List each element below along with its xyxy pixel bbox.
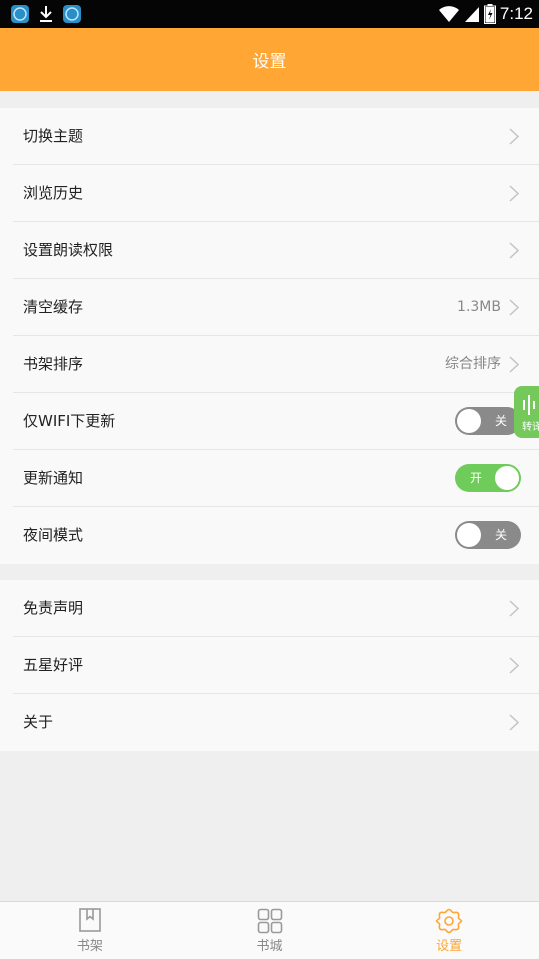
row-label: 免责声明 <box>23 599 84 617</box>
page-title: 设置 <box>252 52 287 72</box>
row-five-star-review[interactable]: 五星好评 <box>13 637 539 694</box>
floating-voice-button[interactable]: 转译 <box>514 386 539 438</box>
app-notification-icon-2 <box>63 5 81 23</box>
row-label: 浏览历史 <box>23 184 84 202</box>
row-night-mode: 夜间模式 关 <box>13 507 539 564</box>
row-label: 切换主题 <box>23 127 84 145</box>
row-update-notification: 更新通知 开 <box>13 450 539 507</box>
toggle-state-label: 关 <box>494 414 507 428</box>
chevron-right-icon <box>509 128 519 145</box>
row-label: 夜间模式 <box>23 526 84 544</box>
row-label: 设置朗读权限 <box>23 241 114 259</box>
cache-size-value: 1.3MB <box>457 299 501 315</box>
settings-group-main: 切换主题 浏览历史 设置朗读权限 清空缓存 1.3MB 书架排序 综合排序 仅W… <box>0 108 539 564</box>
gear-icon <box>435 908 463 934</box>
battery-icon <box>483 4 496 24</box>
toggle-knob <box>457 409 481 433</box>
grid-icon <box>257 908 282 934</box>
row-label: 关于 <box>23 713 54 731</box>
tab-label: 书架 <box>76 939 103 954</box>
row-switch-theme[interactable]: 切换主题 <box>13 108 539 165</box>
chevron-right-icon <box>509 242 519 259</box>
chevron-right-icon <box>509 299 519 316</box>
bookmark-icon <box>79 908 101 932</box>
bottom-tab-bar: 书架 书城 设置 <box>0 901 539 959</box>
chevron-right-icon <box>509 356 519 373</box>
wifi-only-toggle[interactable]: 关 <box>455 407 521 435</box>
app-notification-icon <box>11 5 29 23</box>
wifi-icon <box>438 6 459 22</box>
row-clear-cache[interactable]: 清空缓存 1.3MB <box>13 279 539 336</box>
sort-mode-value: 综合排序 <box>445 356 501 372</box>
toggle-state-label: 开 <box>470 471 483 485</box>
row-label: 仅WIFI下更新 <box>23 412 116 430</box>
floating-badge-label: 转译 <box>522 422 539 433</box>
row-label: 更新通知 <box>23 469 84 487</box>
settings-group-about: 免责声明 五星好评 关于 <box>0 580 539 751</box>
tab-bookshelf[interactable]: 书架 <box>0 902 180 959</box>
chevron-right-icon <box>509 185 519 202</box>
status-time: 7:12 <box>499 4 533 23</box>
row-label: 清空缓存 <box>23 298 84 316</box>
chevron-right-icon <box>509 657 519 674</box>
chevron-right-icon <box>509 600 519 617</box>
row-read-aloud-permission[interactable]: 设置朗读权限 <box>13 222 539 279</box>
toggle-knob <box>457 523 481 547</box>
row-shelf-sort[interactable]: 书架排序 综合排序 <box>13 336 539 393</box>
tab-label: 书城 <box>256 939 283 954</box>
row-disclaimer[interactable]: 免责声明 <box>13 580 539 637</box>
row-browse-history[interactable]: 浏览历史 <box>13 165 539 222</box>
row-label: 五星好评 <box>23 656 84 674</box>
row-label: 书架排序 <box>23 355 84 373</box>
title-bar: 设置 <box>0 28 539 91</box>
voice-wave-icon <box>523 395 535 415</box>
tab-label: 设置 <box>436 939 463 954</box>
download-icon <box>40 6 52 22</box>
chevron-right-icon <box>509 714 519 731</box>
toggle-state-label: 关 <box>494 528 507 542</box>
row-wifi-only-update: 仅WIFI下更新 关 <box>13 393 539 450</box>
update-notification-toggle[interactable]: 开 <box>455 464 521 492</box>
row-about[interactable]: 关于 <box>13 694 539 751</box>
night-mode-toggle[interactable]: 关 <box>455 521 521 549</box>
toggle-knob <box>495 466 519 490</box>
tab-settings[interactable]: 设置 <box>359 902 539 959</box>
tab-bookstore[interactable]: 书城 <box>180 902 360 959</box>
status-bar: 7:12 <box>0 0 539 28</box>
signal-icon <box>464 7 479 22</box>
